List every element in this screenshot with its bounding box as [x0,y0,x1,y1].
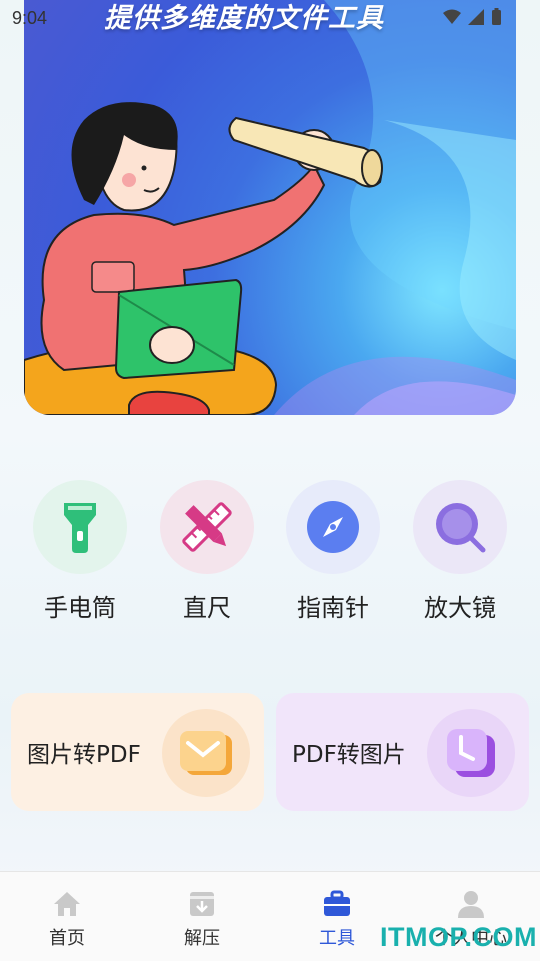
pdf-to-image-icon-bg [427,709,515,797]
status-time: 9:04 [12,8,48,28]
signal-icon [468,9,484,25]
battery-icon [492,8,501,25]
nav-tools[interactable]: 工具 [297,890,377,950]
tool-label-flashlight: 手电筒 [44,594,116,622]
image-to-pdf-icon-bg [162,709,250,797]
nav-unzip[interactable]: 解压 [162,890,242,950]
tool-magnifier[interactable]: 放大镜 [410,480,510,623]
compass-icon [307,501,359,553]
nav-home[interactable]: 首页 [27,890,107,950]
user-icon [458,891,484,918]
tool-compass[interactable]: 指南针 [283,480,383,623]
banner[interactable]: 提供多维度的文件工具 [24,0,516,415]
banner-illustration [24,0,516,415]
status-icons [443,8,502,26]
ruler-pencil-icon [182,502,232,552]
wifi-icon [443,9,461,24]
pdf-to-image-label: PDF转图片 [292,742,406,768]
home-icon [54,892,80,916]
tool-label-ruler: 直尺 [183,594,231,622]
watermark: ITMOP.COM [380,922,538,952]
pdf-to-image-icon [447,729,495,777]
magnifier-icon [436,503,486,553]
tool-label-compass: 指南针 [297,594,369,622]
nav-label-home: 首页 [49,928,85,949]
toolbox-icon [324,890,350,916]
ruler-icon-bg [160,480,254,574]
nav-label-unzip: 解压 [184,928,220,949]
status-bar: 9:04 [0,0,540,36]
image-to-pdf-label: 图片转PDF [27,742,141,768]
image-to-pdf-card[interactable]: 图片转PDF [11,693,264,811]
pdf-to-image-card[interactable]: PDF转图片 [276,693,529,811]
image-to-pdf-icon [180,731,232,775]
tool-flashlight[interactable]: 手电筒 [30,480,130,623]
magnifier-icon-bg [413,480,507,574]
tool-ruler[interactable]: 直尺 [157,480,257,623]
unzip-icon [190,892,214,916]
tool-label-magnifier: 放大镜 [424,594,496,622]
flashlight-icon-bg [33,480,127,574]
flashlight-icon [64,503,96,553]
compass-icon-bg [286,480,380,574]
nav-label-tools: 工具 [319,928,355,949]
